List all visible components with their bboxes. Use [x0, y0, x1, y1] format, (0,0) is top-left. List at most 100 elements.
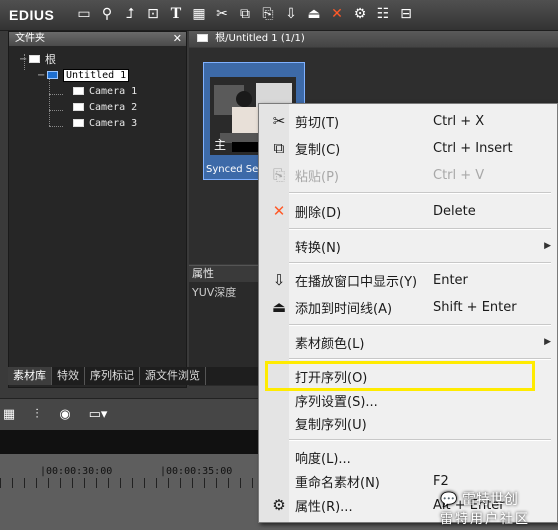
bin-header: 根/Untitled 1 (1/1): [189, 31, 558, 47]
bin-path: 根/Untitled 1 (1/1): [215, 33, 305, 44]
delete-icon: ✕: [272, 202, 286, 220]
tab-sequence-markers[interactable]: 序列标记: [85, 367, 140, 385]
tree-item-sequence[interactable]: − Untitled 1: [37, 68, 130, 82]
submenu-arrow-icon: ▶: [544, 241, 551, 251]
menu-item-clip-color[interactable]: 素材颜色(L) ▶: [259, 331, 557, 353]
collapse-icon[interactable]: −: [37, 70, 47, 81]
cut-icon[interactable]: ✂: [212, 4, 232, 24]
new-clip-icon[interactable]: ⊡: [143, 4, 163, 24]
menu-item-label: 转换(N): [295, 240, 341, 256]
scissors-icon: ✂: [272, 112, 286, 130]
collapse-icon[interactable]: −: [19, 54, 29, 65]
copy-icon[interactable]: ⧉: [235, 4, 255, 24]
context-menu: ✂ 剪切(T) Ctrl + X ⧉ 复制(C) Ctrl + Insert ⎘…: [258, 103, 558, 523]
ruler-timecode: |00:00:30:00: [40, 466, 113, 477]
app-title: EDIUS: [9, 7, 55, 23]
paste-icon: ⎘: [272, 166, 285, 184]
menu-item-label: 剪切(T): [295, 115, 340, 131]
wechat-icon: 💬: [440, 492, 458, 508]
folder-icon: [73, 119, 84, 127]
tree-item-root-label: 根: [45, 53, 56, 66]
add-to-timeline-icon[interactable]: ⏏: [304, 4, 324, 24]
menu-item-copy[interactable]: ⧉ 复制(C) Ctrl + Insert: [259, 137, 557, 159]
display-icon[interactable]: ▭▾: [84, 405, 112, 423]
properties-icon: ⚙: [272, 496, 286, 514]
folder-icon: [73, 87, 84, 95]
menu-item-label: 序列设置(S)...: [295, 394, 378, 410]
show-in-player-icon: ⇩: [272, 271, 286, 289]
menu-item-label: 属性(R)...: [295, 499, 353, 515]
menu-item-delete[interactable]: ✕ 删除(D) Delete: [259, 200, 557, 222]
view-icon[interactable]: ☷: [373, 4, 393, 24]
submenu-arrow-icon: ▶: [544, 337, 551, 347]
tab-source-browser[interactable]: 源文件浏览: [140, 367, 206, 385]
menu-item-loudness[interactable]: 响度(L)...: [259, 446, 557, 468]
properties-icon[interactable]: ⚙: [350, 4, 370, 24]
title-icon[interactable]: T: [166, 4, 186, 24]
sequence-icon: [47, 71, 58, 79]
close-icon[interactable]: ✕: [173, 32, 182, 46]
menu-item-label: 打开序列(O): [295, 370, 368, 386]
panel-tabs: 素材库 特效 序列标记 源文件浏览: [8, 367, 258, 385]
menu-item-open-sequence[interactable]: 打开序列(O): [259, 365, 557, 387]
delete-icon[interactable]: ✕: [327, 4, 347, 24]
thumb-caption: 主: [214, 138, 227, 152]
folder-icon[interactable]: ▭: [74, 4, 94, 24]
menu-item-label: 复制(C): [295, 142, 341, 158]
menu-item-label: 素材颜色(L): [295, 336, 365, 352]
add-to-timeline-icon: ⏏: [271, 298, 287, 316]
paste-icon[interactable]: ⎘: [258, 4, 278, 24]
tree-item-camera-1[interactable]: Camera 1: [73, 84, 137, 98]
menu-item-shortcut: F2: [433, 473, 449, 489]
watermark-title: 雷特世创: [461, 492, 518, 508]
mixer-icon[interactable]: ⫶: [28, 405, 46, 423]
folder-icon: [73, 103, 84, 111]
menu-item-sequence-settings[interactable]: 序列设置(S)...: [259, 389, 557, 411]
menu-item-label: 复制序列(U): [295, 417, 367, 433]
menu-item-show-in-player[interactable]: ⇩ 在播放窗口中显示(Y) Enter: [259, 269, 557, 291]
tree-item-sequence-label: Untitled 1: [63, 68, 130, 82]
menu-item-add-to-timeline[interactable]: ⏏ 添加到时间线(A) Shift + Enter: [259, 296, 557, 318]
color-bars-icon[interactable]: ▦: [189, 4, 209, 24]
color-wheel-icon[interactable]: ◉: [56, 405, 74, 423]
menu-item-label: 粘贴(P): [295, 169, 339, 185]
clip-label: Synced Seq: [206, 164, 265, 175]
menu-item-shortcut: Ctrl + X: [433, 113, 485, 129]
watermark-subtitle: 雷特用户社区: [440, 512, 531, 527]
menu-item-convert[interactable]: 转换(N) ▶: [259, 235, 557, 257]
menu-item-shortcut: Ctrl + Insert: [433, 140, 513, 156]
tree-item-camera-2[interactable]: Camera 2: [73, 100, 137, 114]
folder-panel-header: 文件夹 ✕: [9, 32, 186, 46]
watermark: 💬 雷特世创 雷特用户社区: [440, 489, 530, 527]
menu-item-shortcut: Enter: [433, 272, 468, 288]
menu-item-label: 添加到时间线(A): [295, 301, 393, 317]
menu-item-label: 响度(L)...: [295, 451, 351, 467]
menu-item-label: 在播放窗口中显示(Y): [295, 274, 418, 290]
ruler-timecode: |00:00:35:00: [160, 466, 233, 477]
tree-item-label: Camera 2: [89, 101, 138, 113]
menu-item-label: 重命名素材(N): [295, 475, 380, 491]
show-in-player-icon[interactable]: ⇩: [281, 4, 301, 24]
grid-icon[interactable]: ▦: [0, 405, 18, 423]
tree-item-root[interactable]: − 根: [19, 52, 56, 66]
copy-icon: ⧉: [273, 139, 285, 157]
up-level-icon[interactable]: ⮥: [120, 4, 140, 24]
tree-item-label: Camera 3: [89, 117, 138, 129]
tree-item-camera-3[interactable]: Camera 3: [73, 116, 137, 130]
menu-item-label: 删除(D): [295, 205, 342, 221]
tab-bin[interactable]: 素材库: [8, 367, 52, 385]
bin-icon[interactable]: ⊟: [396, 4, 416, 24]
folder-panel: 文件夹 ✕ − 根 − Untitled 1 Camera 1 Camera 2…: [8, 31, 187, 388]
main-toolbar: EDIUS ▭ ⚲ ⮥ ⊡ T ▦ ✂ ⧉ ⎘ ⇩ ⏏ ✕ ⚙ ☷ ⊟: [0, 0, 558, 31]
menu-item-paste: ⎘ 粘贴(P) Ctrl + V: [259, 164, 557, 186]
menu-item-cut[interactable]: ✂ 剪切(T) Ctrl + X: [259, 110, 557, 132]
folder-panel-title: 文件夹: [15, 33, 45, 44]
folder-icon: [197, 34, 208, 42]
tree-item-label: Camera 1: [89, 85, 138, 97]
menu-item-shortcut: Ctrl + V: [433, 167, 485, 183]
menu-item-shortcut: Shift + Enter: [433, 299, 517, 315]
folder-icon: [29, 55, 40, 63]
search-icon[interactable]: ⚲: [97, 4, 117, 24]
tab-effects[interactable]: 特效: [52, 367, 85, 385]
menu-item-duplicate-sequence[interactable]: 复制序列(U): [259, 412, 557, 434]
